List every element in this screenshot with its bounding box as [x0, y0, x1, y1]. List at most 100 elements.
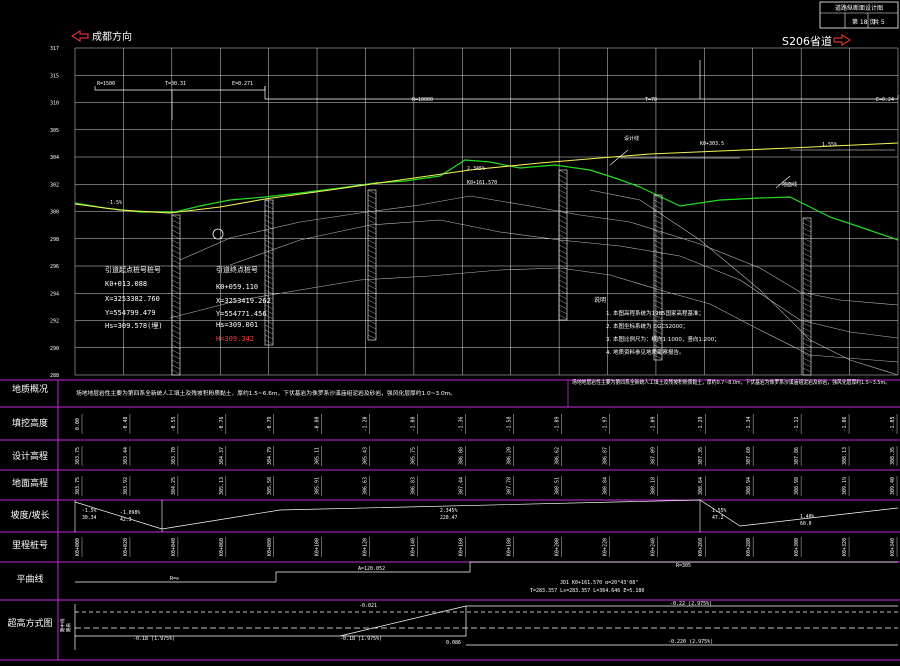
stake-value: K0+200	[554, 538, 560, 556]
row-label-design-elev: 设计高程	[12, 450, 48, 462]
grade-segment-grade: 2.345%	[440, 508, 457, 514]
drawing-title: 道路纵断面设计图	[835, 4, 883, 12]
fill-cut-value: 0.00	[75, 418, 81, 430]
fill-cut-value: -0.76	[219, 416, 225, 431]
stake-value: K0+180	[506, 538, 512, 556]
ground-line	[74, 159, 899, 241]
stake-value: K0+300	[794, 538, 800, 556]
borehole-column	[653, 194, 663, 361]
sheet-label: 第 18 页	[852, 18, 875, 26]
ground-elevation-value: 307.44	[459, 477, 465, 495]
note-4: 4. 地质资料参见地质勘察报告。	[606, 348, 685, 356]
profile-data-table: 0.00 -0.48 -0.55 -0.76 -0.79 -0.80 -1.20 -1.08 -…	[0, 379, 900, 661]
borehole-1-y: Y=554799.479	[105, 309, 156, 317]
ground-elevation-value: 303.75	[75, 477, 81, 495]
geology-layer-lines	[169, 189, 899, 376]
fill-cut-value: -1.09	[650, 416, 656, 431]
fill-cut-value: -1.06	[842, 416, 848, 431]
design-elevation-value: 303.44	[123, 447, 129, 465]
vc1-e: E=0.271	[232, 81, 253, 87]
borehole-1-x: X=3253382.760	[105, 295, 160, 303]
ground-elevation-value: 308.64	[698, 477, 704, 495]
grade-length-graphic: -1.5%30.34 -1.098%42.3 2.345%220.47 1.55%47…	[74, 499, 899, 532]
notes-title: 说明	[594, 296, 606, 304]
fill-cut-value: -1.97	[602, 416, 608, 431]
stake-value: K0+120	[363, 538, 369, 556]
elevation-tick-label: 305	[50, 128, 59, 134]
fill-cut-value: -0.55	[171, 416, 177, 431]
grade-segment-length: 220.47	[440, 515, 457, 521]
fill-cut-value: -1.05	[890, 416, 896, 431]
design-elevation-value: 306.87	[602, 447, 608, 465]
design-elevation-value: 307.60	[746, 447, 752, 465]
fill-cut-value: -0.48	[123, 416, 129, 431]
fill-cut-value: -1.58	[506, 416, 512, 431]
grade-segment-length: 42.3	[120, 517, 132, 523]
stake-value: K0+220	[602, 538, 608, 556]
plan-detail-1: JD1 K0+161.570 α=20°43'08"	[560, 580, 638, 586]
ground-elevation-value: 303.92	[123, 477, 129, 495]
design-elevation-value: 307.35	[698, 447, 704, 465]
grade-segment-length: 47.2	[712, 515, 724, 521]
ground-elevation-value: 306.83	[411, 477, 417, 495]
superelevation-graphic	[74, 604, 898, 650]
borehole-2-x: X=3253419.262	[216, 297, 271, 305]
design-elevation-value: 305.11	[315, 447, 321, 465]
elevation-tick-label: 302	[50, 182, 59, 188]
borehole-1-hs: Hs=309.578(埋)	[105, 321, 163, 330]
stake-value: K0+080	[267, 538, 273, 556]
superelev-mid-small: 0.086	[446, 640, 461, 646]
ground-elevation-value: 306.63	[363, 477, 369, 495]
elevation-tick-label: 317	[50, 46, 59, 52]
elevation-tick-label: 294	[50, 291, 59, 297]
stake-value: K0+020	[123, 538, 129, 556]
ground-elevation-value: 308.94	[746, 477, 752, 495]
plan-straight: R=∞	[170, 576, 179, 582]
borehole-2-title: 引道终点桩号	[216, 265, 258, 274]
arrow-right-icon	[833, 34, 851, 46]
stake-value: K0+340	[890, 538, 896, 556]
fill-cut-value: -1.29	[698, 416, 704, 431]
row-label-superelevation: 超高方式图	[7, 617, 52, 629]
stake-value: K0+100	[315, 538, 321, 556]
vc2-e: E=0.24	[876, 97, 894, 103]
grade-2: 2.345%	[467, 166, 485, 172]
direction-left-label: 成都方向	[92, 30, 132, 43]
fill-cut-value: -1.12	[794, 416, 800, 431]
direction-left: 成都方向	[71, 30, 132, 43]
grade-segment-grade: 1.40%	[800, 514, 815, 520]
ground-elevation-value: 305.91	[315, 477, 321, 495]
borehole-column	[367, 189, 377, 341]
profile-grid	[74, 47, 899, 376]
ground-line-label: 地面线	[782, 181, 797, 188]
design-elevation-value: 308.35	[890, 447, 896, 465]
note-2: 2. 本图坐标系统为 CGCS2000；	[606, 322, 688, 330]
cad-drawing: 道路纵断面设计图 第 18 页 共 5 成都方向 S206省道 31731531…	[0, 1, 900, 661]
fill-cut-value: -1.34	[746, 416, 752, 431]
ground-elevation-value: 308.51	[554, 477, 560, 495]
row-label-ground-elev: 地面高程	[12, 477, 48, 489]
station-marker-icon	[212, 228, 224, 240]
borehole-2-hs: Hs=309.001	[216, 321, 258, 329]
stake-value: K0+240	[650, 538, 656, 556]
design-elevation-value: 307.86	[794, 447, 800, 465]
superelev-axis-label-2: 路肩	[65, 623, 72, 632]
geology-text-left: 场地地层岩性主要为第四系全新统人工填土及残坡积粉质黏土，厚约1.5~6.6m，下…	[76, 389, 456, 397]
ground-elevation-value: 308.98	[794, 477, 800, 495]
stake-value: K0+260	[698, 538, 704, 556]
elevation-tick-label: 292	[50, 319, 59, 325]
vertical-curve-annotations	[94, 60, 899, 120]
fill-cut-value: -1.36	[459, 416, 465, 431]
superelev-mid-bottom: -0.18 (1.975%)	[340, 636, 382, 642]
superelev-left-bottom: -0.18 (1.975%)	[133, 636, 175, 642]
row-label-stake: 里程桩号	[12, 539, 48, 551]
top-point: K0+303.5	[700, 141, 724, 147]
ground-elevation-value: 308.84	[602, 477, 608, 495]
stake-value: K0+000	[75, 538, 81, 556]
design-elevation-value: 304.37	[219, 447, 225, 465]
borehole-1-title: 引道起点桩号桩号	[105, 265, 161, 274]
elevation-tick-label: 298	[50, 237, 59, 243]
fill-cut-value: -0.80	[315, 416, 321, 431]
design-line-label: 设计线	[624, 135, 639, 142]
vc1-t: T=30.31	[165, 81, 186, 87]
